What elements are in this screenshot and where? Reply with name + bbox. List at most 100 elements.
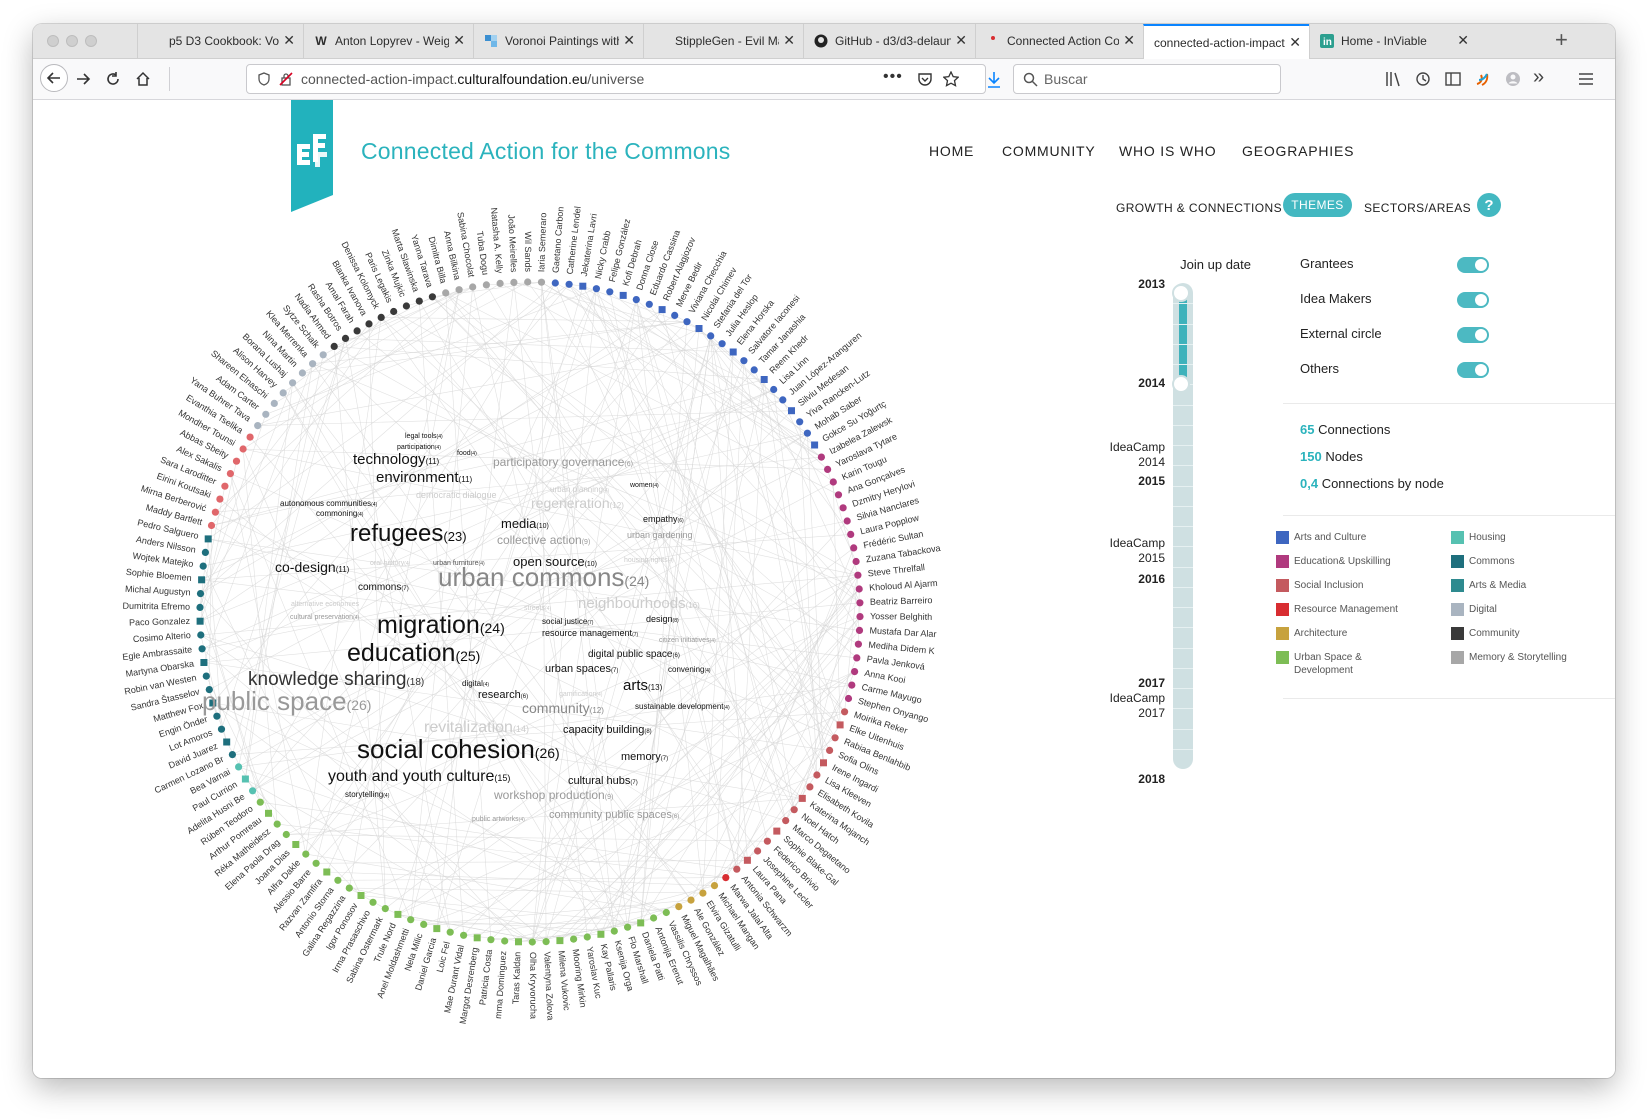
keyword-label[interactable]: housing rights(4) [624, 557, 674, 564]
member-node[interactable] [740, 357, 748, 365]
member-node[interactable] [852, 557, 860, 566]
member-node[interactable] [207, 521, 216, 530]
member-node[interactable] [847, 530, 855, 538]
member-node[interactable] [763, 837, 772, 845]
member-node[interactable] [330, 342, 338, 350]
member-node[interactable] [265, 809, 272, 817]
member-node[interactable] [773, 827, 781, 835]
browser-tab[interactable]: p5 D3 Cookbook: Voronoi ✕ [137, 24, 303, 58]
member-node[interactable] [239, 445, 247, 453]
account-icon[interactable] [1505, 71, 1521, 87]
keyword-label[interactable]: workshop production(9) [493, 788, 613, 802]
member-node[interactable] [473, 934, 481, 942]
member-node[interactable] [196, 617, 204, 625]
member-node[interactable] [298, 369, 306, 377]
tab-close-icon[interactable]: ✕ [1123, 33, 1135, 47]
member-name-label[interactable]: Natasha A. Kelly [489, 207, 505, 274]
member-name-label[interactable]: Cosimo Alterio [133, 630, 192, 644]
member-node[interactable] [211, 508, 219, 516]
keyword-label[interactable]: urban commons(24) [438, 562, 649, 592]
member-name-label[interactable]: Michal Augustyn [125, 584, 191, 598]
pocket-icon[interactable] [917, 72, 933, 87]
member-node[interactable] [855, 585, 863, 593]
member-node[interactable] [824, 465, 832, 473]
keyword-label[interactable]: democratic dialogue [416, 490, 497, 500]
member-node[interactable] [407, 916, 415, 924]
window-zoom-dot[interactable] [85, 35, 97, 47]
tab-sectors-areas[interactable]: SECTORS/AREAS [1364, 201, 1471, 215]
tab-close-icon[interactable]: ✕ [783, 33, 795, 47]
member-node[interactable] [270, 399, 278, 407]
member-node[interactable] [394, 910, 402, 918]
member-node[interactable] [606, 288, 614, 296]
member-name-label[interactable]: Sophie Bloemen [125, 567, 192, 583]
keyword-label[interactable]: arts(13) [623, 677, 663, 694]
member-node[interactable] [345, 884, 353, 892]
legend-item[interactable]: Digital [1451, 603, 1591, 616]
site-info-icon[interactable] [257, 72, 271, 86]
member-name-label[interactable]: Patricia Costa [477, 949, 494, 1006]
browser-tab[interactable]: in Home - InViable ✕ [1309, 24, 1477, 58]
keyword-label[interactable]: memory(7) [621, 751, 668, 763]
keyword-label[interactable]: migration(24) [377, 611, 505, 639]
legend-item[interactable]: Architecture [1276, 627, 1416, 640]
tab-close-icon[interactable]: ✕ [623, 33, 635, 47]
member-node[interactable] [592, 285, 601, 293]
keyword-label[interactable]: collective action(9) [497, 533, 590, 547]
keyword-label[interactable]: gamification(4) [559, 691, 603, 698]
keyword-label[interactable]: autonomous communities(4) [280, 499, 378, 508]
window-close-dot[interactable] [47, 35, 59, 47]
member-node[interactable] [217, 725, 226, 733]
browser-tab[interactable]: W Anton Lopyrev - Weigh ✕ [303, 24, 473, 58]
member-node[interactable] [760, 376, 768, 383]
back-button[interactable] [40, 64, 68, 92]
member-node[interactable] [841, 708, 849, 716]
filter-toggle[interactable] [1457, 257, 1489, 273]
member-node[interactable] [415, 297, 423, 305]
reload-button[interactable] [101, 67, 125, 91]
keyword-label[interactable]: digital(4) [462, 679, 489, 688]
keyword-label[interactable]: resource management(7) [542, 628, 639, 638]
keyword-label[interactable]: empathy(6) [643, 514, 684, 524]
member-node[interactable] [796, 418, 804, 426]
keyword-label[interactable]: participation(4) [397, 444, 441, 451]
member-node[interactable] [256, 798, 264, 806]
member-node[interactable] [241, 775, 249, 783]
keyword-label[interactable]: urban gardening [627, 530, 693, 540]
member-name-label[interactable]: Olha Kryvorucha [528, 952, 538, 1019]
member-node[interactable] [699, 889, 707, 897]
member-name-label[interactable]: Mustafa Dar Alar [869, 625, 936, 639]
member-node[interactable] [469, 283, 477, 291]
member-node[interactable] [743, 856, 751, 864]
member-node[interactable] [334, 876, 342, 884]
member-node[interactable] [228, 751, 236, 759]
member-node[interactable] [826, 746, 834, 755]
member-node[interactable] [850, 544, 858, 552]
keyword-label[interactable]: legal tools(4) [405, 433, 443, 440]
member-node[interactable] [221, 482, 229, 490]
tab-close-icon[interactable]: ✕ [453, 33, 465, 47]
member-node[interactable] [198, 576, 206, 584]
legend-item[interactable]: Social Inclusion [1276, 579, 1416, 592]
member-name-label[interactable]: Wil Sands [523, 231, 533, 272]
search-input[interactable]: Buscar [1044, 71, 1088, 87]
legend-item[interactable]: Arts and Culture [1276, 531, 1416, 544]
keyword-label[interactable]: research(6) [478, 689, 528, 701]
member-name-label[interactable]: Iaria Semeraro [536, 213, 548, 273]
member-node[interactable] [817, 453, 826, 461]
keyword-label[interactable]: environment(11) [376, 469, 473, 486]
timeline-start-handle[interactable] [1172, 284, 1190, 302]
member-node[interactable] [542, 938, 550, 946]
tab-close-icon[interactable]: ✕ [283, 33, 295, 47]
download-icon[interactable] [986, 71, 1002, 89]
member-node[interactable] [524, 278, 532, 286]
member-node[interactable] [798, 794, 806, 802]
member-node[interactable] [254, 422, 262, 430]
member-node[interactable] [246, 433, 254, 441]
filter-toggle[interactable] [1457, 327, 1489, 343]
member-node[interactable] [844, 694, 853, 703]
keyword-label[interactable]: social justice(7) [542, 617, 594, 626]
keyword-label[interactable]: technology(11) [353, 451, 440, 468]
member-node[interactable] [199, 562, 207, 570]
keyword-label[interactable]: digital public space(6) [588, 649, 680, 660]
